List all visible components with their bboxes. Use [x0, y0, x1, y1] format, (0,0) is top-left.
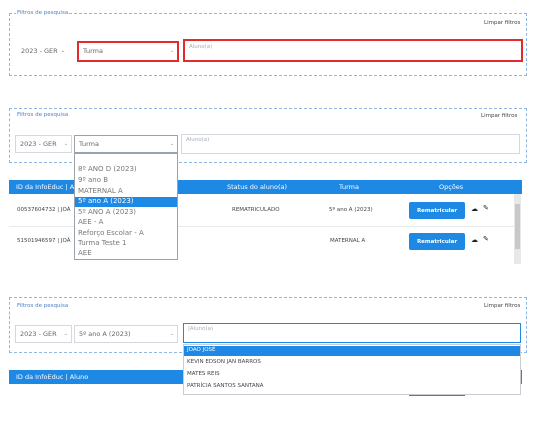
scrollbar-thumb[interactable] [515, 204, 520, 249]
clear-filters-link[interactable]: Limpar filtros [484, 20, 520, 26]
table-scrollbar[interactable] [514, 194, 521, 264]
filter-legend: Filtros de pesquisa [16, 112, 70, 118]
chevron-down-icon: ⌄ [169, 48, 174, 54]
filter-legend: Filtros de pesquisa [16, 10, 70, 16]
student-search-input[interactable]: Aluno(a) [183, 39, 523, 62]
class-select[interactable]: Turma ⌄ [74, 135, 178, 153]
row-class: 5º ano A (2023) [329, 207, 373, 213]
cloud-download-icon[interactable]: ☁ [471, 237, 478, 244]
dropdown-option[interactable]: AEE - A [78, 219, 103, 226]
dropdown-option-selected[interactable]: 5º ano A (2023) [78, 198, 134, 205]
clear-filters-link[interactable]: Limpar filtros [481, 113, 517, 119]
year-select[interactable]: 2023 - GER ⌄ [15, 325, 72, 343]
chevron-down-icon: ⌄ [169, 330, 174, 337]
clear-filters-link[interactable]: Limpar filtros [484, 303, 520, 309]
year-select[interactable]: 2023 - GER ⌄ [15, 135, 72, 153]
highlighted-option [184, 346, 520, 356]
student-search-input[interactable]: Aluno(a) [181, 134, 520, 154]
chevron-down-icon: ⌄ [60, 47, 65, 54]
dropdown-option[interactable]: MATERNAL A [78, 188, 123, 195]
row-status: REMATRICULADO [232, 207, 280, 213]
dropdown-option[interactable]: Turma Teste 1 [78, 240, 127, 247]
rematricular-button[interactable]: Rematricular [409, 233, 465, 250]
student-option[interactable]: KEVIN EDSON JAN BARROS [187, 359, 261, 366]
column-header-status: Status do aluno(a) [227, 183, 288, 191]
student-option[interactable]: MATES REIS [187, 371, 220, 378]
column-header-options: Opções [439, 183, 464, 191]
student-autocomplete-list: JOAO JOSÉ KEVIN EDSON JAN BARROS MATES R… [183, 344, 521, 395]
dropdown-option[interactable]: 5º ANO A (2023) [78, 209, 136, 216]
dropdown-option[interactable]: 9º ano B [78, 177, 108, 184]
dropdown-option[interactable]: AEE [78, 250, 92, 257]
row-class: MATERNAL A [330, 238, 366, 244]
chevron-down-icon: ⌄ [63, 140, 68, 147]
rematricular-button[interactable]: Rematricular [409, 202, 465, 219]
student-option-selected[interactable]: JOAO JOSÉ [187, 347, 216, 354]
class-select[interactable]: Turma ⌄ [77, 41, 179, 62]
filter-legend: Filtros de pesquisa [16, 303, 70, 309]
student-option[interactable]: PATRÍCIA SANTOS SANTANA [187, 383, 264, 390]
column-header-id: ID da InfoEduc | A [16, 183, 75, 191]
dropdown-option[interactable]: 8º ANO D (2023) [78, 166, 137, 173]
class-select[interactable]: 5º ano A (2023) ⌄ [74, 325, 178, 343]
chevron-down-icon: ⌄ [63, 330, 68, 337]
column-header-class: Turma [339, 183, 359, 191]
row-id: 00537604732 | JOÃ [17, 207, 71, 213]
class-dropdown-list: 8º ANO D (2023) 9º ano B MATERNAL A 5º a… [74, 153, 178, 260]
student-search-input[interactable]: |Aluno(a) [183, 323, 521, 343]
cloud-download-icon[interactable]: ☁ [471, 206, 478, 213]
edit-icon[interactable]: ✎ [483, 236, 489, 243]
chevron-down-icon: ⌄ [169, 140, 174, 147]
row-id: 51501946597 | JOÃ [17, 238, 71, 244]
year-select[interactable]: 2023 - GER ⌄ [17, 42, 73, 60]
dropdown-option[interactable]: Reforço Escolar - A [78, 230, 144, 237]
edit-icon[interactable]: ✎ [483, 205, 489, 212]
column-header-id: ID da InfoEduc | Aluno [16, 373, 89, 381]
